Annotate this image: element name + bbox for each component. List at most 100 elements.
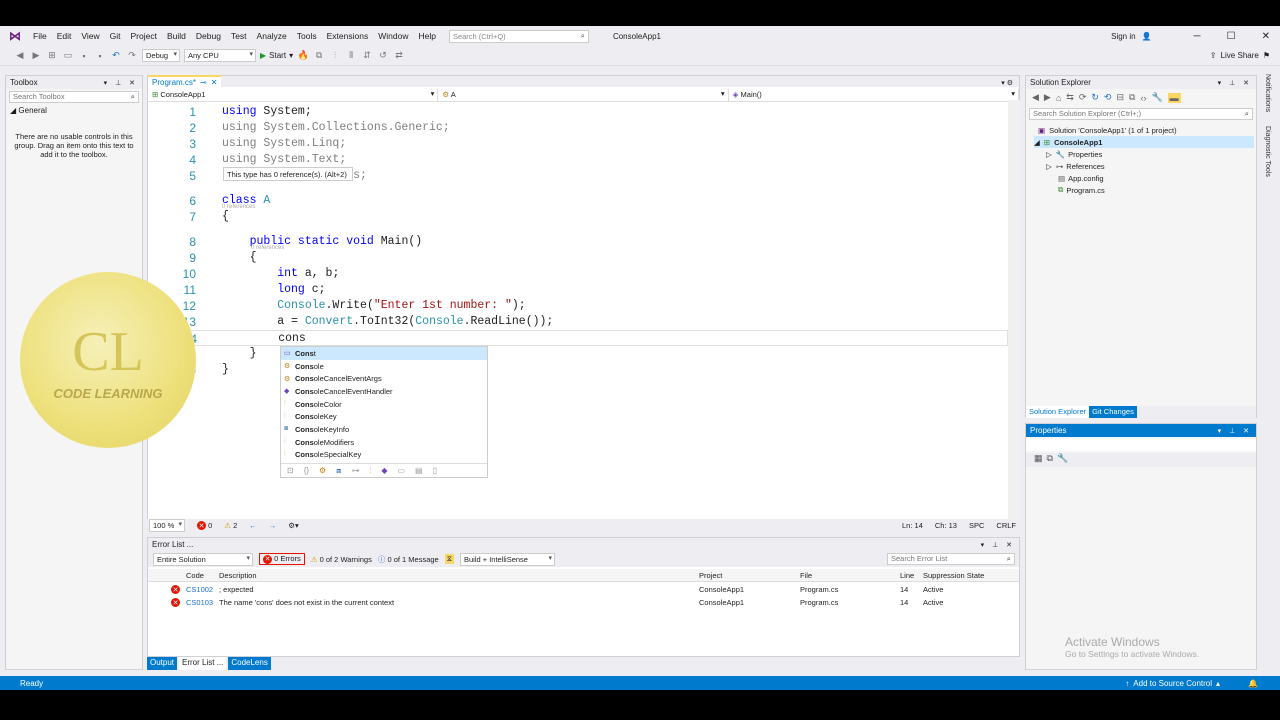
menu-window[interactable]: Window bbox=[378, 31, 408, 41]
completion-item[interactable]: ◆ Cons oleCancelEventHandler bbox=[281, 385, 487, 398]
close-tab-icon[interactable]: ✕ bbox=[211, 78, 218, 87]
menu-view[interactable]: View bbox=[81, 31, 99, 41]
bottom-tab-output[interactable]: Output bbox=[147, 657, 178, 670]
nav-forward-icon[interactable]: → bbox=[269, 521, 277, 530]
toolbox-search-input[interactable]: Search Toolbox ⌕ bbox=[9, 91, 139, 103]
bottom-tab-codelens[interactable]: CodeLens bbox=[228, 657, 271, 670]
pane-buttons[interactable]: ▾ ⊥ ✕ bbox=[1218, 427, 1252, 435]
filter-delegates-icon[interactable]: ◆ bbox=[381, 466, 387, 475]
menu-help[interactable]: Help bbox=[418, 31, 435, 41]
toolbox-group-general[interactable]: ◢ General bbox=[6, 105, 142, 116]
search-input[interactable]: Search (Ctrl+Q) ⌕ bbox=[448, 29, 589, 43]
nav-back-icon[interactable]: ← bbox=[249, 521, 257, 530]
completion-item[interactable]: ▭ Cons t bbox=[281, 347, 487, 360]
code-line[interactable]: 16} bbox=[148, 362, 1008, 378]
close-button[interactable]: ✕ bbox=[1262, 31, 1270, 42]
tab-git-changes[interactable]: Git Changes bbox=[1089, 406, 1137, 418]
zoom-dropdown[interactable]: 100 % bbox=[149, 519, 185, 532]
scope-dropdown[interactable]: Entire Solution bbox=[153, 552, 253, 566]
properties-object-dropdown[interactable] bbox=[1026, 439, 1256, 451]
completion-item[interactable]: ⫶ Cons oleColor bbox=[281, 398, 487, 411]
column-header-file[interactable]: File bbox=[800, 571, 812, 580]
error-cell-code[interactable]: CS0103 bbox=[186, 598, 213, 607]
sync-icon[interactable]: ↻ bbox=[1091, 92, 1099, 103]
toolbar-misc-icon[interactable]: ⫶ bbox=[329, 50, 341, 61]
undo-icon[interactable]: ↶ bbox=[110, 50, 122, 61]
save-all-icon[interactable]: ▪ bbox=[94, 51, 106, 61]
code-line[interactable]: 2 using System.Collections.Generic; bbox=[148, 120, 1008, 136]
code-line[interactable]: 7{ bbox=[148, 209, 1008, 225]
table-row[interactable]: ✕ CS0103 The name 'cons' does not exist in… bbox=[148, 596, 1019, 609]
filter-snippets-icon[interactable]: ▤ bbox=[415, 466, 423, 475]
column-header-project[interactable]: Project bbox=[699, 571, 722, 580]
sign-in-link[interactable]: Sign in bbox=[1111, 32, 1135, 41]
pin-icon[interactable]: ⊸ bbox=[200, 78, 207, 87]
menu-file[interactable]: File bbox=[33, 31, 47, 41]
errors-filter-button[interactable]: ✕ 0 Errors bbox=[259, 553, 305, 565]
menu-project[interactable]: Project bbox=[131, 31, 157, 41]
filter-icon[interactable]: ⧖ bbox=[444, 554, 454, 564]
filter-braces-icon[interactable]: {} bbox=[304, 466, 309, 475]
expand-arrow-icon[interactable]: ▷ bbox=[1046, 150, 1052, 159]
completion-item[interactable]: ⫶ Cons oleSpecialKey bbox=[281, 449, 487, 462]
home-icon[interactable]: ⌂ bbox=[1056, 93, 1061, 103]
tree-item-program-cs[interactable]: ⧉ Program.cs bbox=[1058, 184, 1105, 196]
code-line[interactable]: 1 using System; bbox=[148, 104, 1008, 120]
warnings-indicator[interactable]: ⚠ 2 bbox=[224, 521, 237, 530]
start-button[interactable]: ▶ Start ▾ bbox=[260, 51, 293, 60]
toolbar-misc-icon[interactable]: ⧉ bbox=[313, 50, 325, 61]
save-icon[interactable]: ▪ bbox=[78, 51, 90, 61]
code-line[interactable]: 3 using System.Linq; bbox=[148, 136, 1008, 152]
tree-solution[interactable]: ▣ Solution 'ConsoleApp1' (1 of 1 project) bbox=[1038, 124, 1177, 136]
member-nav-dropdown[interactable]: ◈ Main() bbox=[729, 89, 1019, 101]
redo-icon[interactable]: ↷ bbox=[126, 50, 138, 61]
menu-edit[interactable]: Edit bbox=[57, 31, 72, 41]
menu-git[interactable]: Git bbox=[110, 31, 121, 41]
line-ending-indicator[interactable]: CRLF bbox=[996, 521, 1016, 530]
pane-buttons[interactable]: ▾ ⊥ ✕ bbox=[981, 541, 1015, 549]
filter-enums-icon[interactable]: ⫶ bbox=[369, 466, 371, 476]
forward-icon[interactable]: ▶ bbox=[30, 50, 42, 61]
completion-item[interactable]: ⫶ Cons oleKey bbox=[281, 410, 487, 423]
menu-build[interactable]: Build bbox=[167, 31, 186, 41]
tab-overflow-icon[interactable]: ▾ ⚙ bbox=[1001, 79, 1019, 87]
source-control-button[interactable]: ↑ Add to Source Control ▴ bbox=[1125, 679, 1220, 688]
toolbar-misc-icon[interactable]: ⫴ bbox=[345, 50, 357, 61]
categorized-icon[interactable]: ▦ bbox=[1034, 453, 1043, 467]
filter-more-icon[interactable]: ▯ bbox=[433, 466, 437, 475]
code-view-icon[interactable]: ‹› bbox=[1140, 93, 1146, 103]
tree-project[interactable]: ◢ ⊞ ConsoleApp1 bbox=[1034, 136, 1254, 148]
bottom-tab-error-list[interactable]: Error List ... bbox=[179, 657, 227, 670]
toolbar-misc-icon[interactable]: ⇄ bbox=[393, 50, 405, 61]
editor-vertical-scrollbar[interactable] bbox=[1008, 100, 1020, 520]
code-line[interactable]: 13 a = Convert.ToInt32(Console.ReadLine(… bbox=[148, 314, 1008, 330]
code-area[interactable]: 1 using System; 2 using System.Collections.… bbox=[148, 102, 1019, 512]
tree-item-references[interactable]: ▷ ⊶ References bbox=[1046, 160, 1105, 172]
tree-item-app-config[interactable]: ▤ App.config bbox=[1058, 172, 1104, 184]
column-header-code[interactable]: Code bbox=[186, 571, 204, 580]
diagnostic-tools-tab[interactable]: Diagnostic Tools bbox=[1264, 126, 1271, 177]
expand-arrow-icon[interactable]: ▷ bbox=[1046, 162, 1052, 171]
new-project-icon[interactable]: ⊞ bbox=[46, 50, 58, 61]
show-all-files-icon[interactable]: ⧉ bbox=[1129, 92, 1135, 103]
error-cell-code[interactable]: CS1002 bbox=[186, 585, 213, 594]
open-folder-icon[interactable]: ▭ bbox=[62, 50, 74, 61]
property-pages-icon[interactable]: 🔧 bbox=[1057, 453, 1068, 467]
completion-item[interactable]: ⧈ Cons oleKeyInfo bbox=[281, 423, 487, 436]
hot-reload-icon[interactable]: 🔥 bbox=[297, 50, 309, 61]
tab-solution-explorer[interactable]: Solution Explorer bbox=[1026, 406, 1090, 418]
error-list-search-input[interactable]: Search Error List ⌕ bbox=[887, 553, 1015, 565]
column-header-line[interactable]: Line bbox=[900, 571, 914, 580]
configuration-dropdown[interactable]: Debug bbox=[142, 49, 180, 62]
completion-item[interactable]: ⚙ Cons ole bbox=[281, 360, 487, 373]
codelens-reference-count[interactable]: 0 references bbox=[222, 204, 255, 210]
back-icon[interactable]: ◀ bbox=[14, 50, 26, 61]
visual-studio-logo-icon[interactable]: ⋈ bbox=[8, 29, 22, 43]
whitespace-indicator[interactable]: SPC bbox=[969, 521, 984, 530]
tab-program-cs[interactable]: Program.cs* ⊸ ✕ bbox=[148, 75, 222, 87]
code-line[interactable]: 9 { bbox=[148, 250, 1008, 266]
live-share-button[interactable]: Live Share bbox=[1221, 51, 1259, 60]
intellisense-popup[interactable]: ▭ Cons t ⚙ Cons ole ⚙ Cons oleCancelEventArgs ◆ Co… bbox=[280, 346, 488, 478]
filter-interfaces-icon[interactable]: ⊶ bbox=[351, 466, 359, 475]
code-line[interactable]: 15 } bbox=[148, 346, 1008, 362]
